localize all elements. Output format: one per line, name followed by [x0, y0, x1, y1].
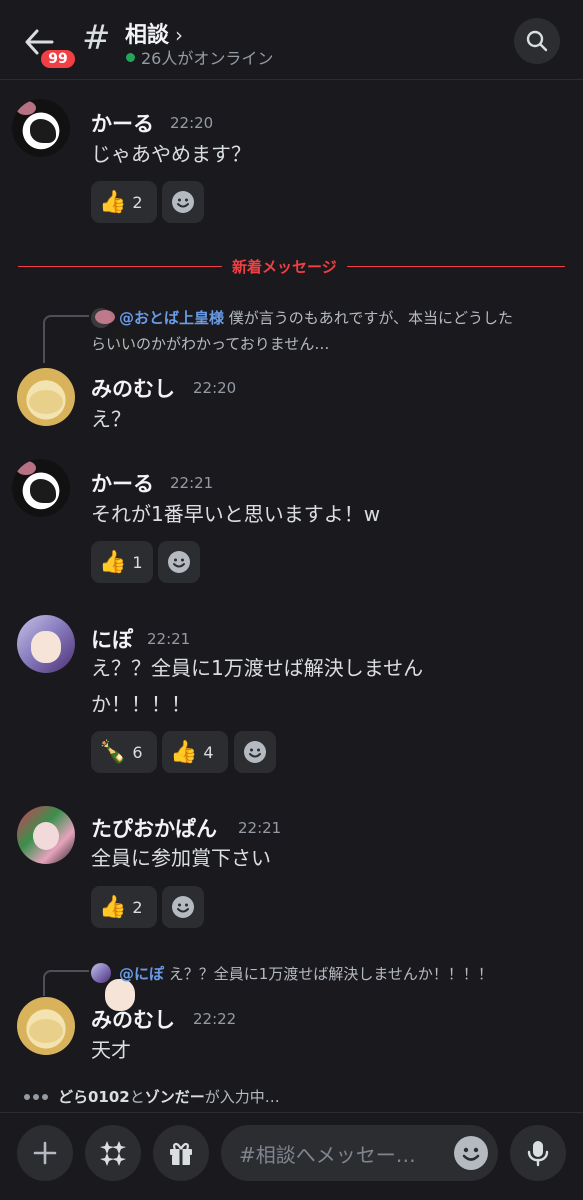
channel-header: 99 # 相談 › 26人がオンライン: [0, 0, 583, 80]
composer-bar: #相談へメッセー…: [0, 1112, 583, 1200]
avatar[interactable]: [12, 99, 70, 157]
online-count: 26人がオンライン: [141, 49, 274, 68]
timestamp: 22:21: [238, 819, 282, 837]
author-name[interactable]: たぴおかぱん: [91, 813, 217, 843]
typing-and: と: [129, 1088, 145, 1106]
unread-badge: 99: [38, 47, 78, 71]
typing-indicator: どら0102 と ゾンだー が入力中…: [24, 1086, 280, 1107]
voice-message-button[interactable]: [510, 1125, 566, 1181]
avatar[interactable]: [17, 615, 75, 673]
typing-dot-icon: [42, 1093, 48, 1100]
gift-button[interactable]: [153, 1125, 209, 1181]
chevron-right-icon: ›: [175, 23, 184, 47]
reaction-bottle[interactable]: 🍾 6: [91, 731, 157, 773]
sparkle-apps-icon: [100, 1141, 126, 1166]
smiley-icon: [462, 1147, 480, 1161]
reply-text: 僕が言うのもあれですが、本当にどうした: [224, 309, 514, 327]
search-icon: [526, 30, 548, 52]
thumbs-up-icon: 👍: [170, 739, 198, 765]
smiley-icon: [168, 551, 190, 573]
search-button[interactable]: [514, 18, 560, 64]
channel-hash-icon: #: [82, 18, 111, 58]
plus-icon: [33, 1141, 57, 1165]
message-text: じゃあやめます？: [91, 142, 251, 166]
bottle-icon: 🍾: [99, 739, 127, 765]
reaction-count: 6: [132, 742, 143, 762]
message-text: 天才: [91, 1038, 131, 1062]
typing-dot-icon: [24, 1093, 30, 1100]
emoji-picker-button[interactable]: [454, 1136, 488, 1170]
avatar[interactable]: [17, 997, 75, 1055]
reply-connector: [43, 315, 89, 363]
reaction-count: 4: [203, 742, 214, 762]
thumbs-up-icon: 👍: [99, 894, 127, 920]
timestamp: 22:20: [170, 114, 214, 132]
add-reaction-button[interactable]: [162, 886, 204, 928]
avatar[interactable]: [17, 368, 75, 426]
reply-text: え？？全員に1万渡せば解決しませんか！！！！: [164, 965, 493, 983]
reply-preview[interactable]: @おとば上皇様 僕が言うのもあれですが、本当にどうした: [119, 305, 513, 331]
message-text: それが1番早いと思いますよ！w: [91, 502, 381, 526]
author-name[interactable]: みのむし: [91, 1004, 175, 1034]
add-reaction-button[interactable]: [158, 541, 200, 583]
new-messages-label: 新着メッセージ: [222, 256, 347, 277]
microphone-icon: [527, 1141, 549, 1167]
reply-preview[interactable]: @にぽ え？？全員に1万渡せば解決しませんか！！！！: [119, 961, 493, 987]
message-input[interactable]: #相談へメッセー…: [221, 1125, 498, 1181]
reply-mention[interactable]: @にぽ: [119, 965, 164, 983]
reply-connector: [43, 970, 89, 996]
timestamp: 22:22: [193, 1010, 237, 1028]
add-reaction-button[interactable]: [162, 181, 204, 223]
thumbs-up-icon: 👍: [99, 549, 127, 575]
message-text: え？: [91, 407, 131, 431]
smiley-icon: [244, 741, 266, 763]
online-dot-icon: [126, 52, 135, 62]
author-name[interactable]: かーる: [91, 108, 154, 138]
timestamp: 22:20: [193, 379, 237, 397]
author-name[interactable]: みのむし: [91, 373, 175, 403]
message-text-cont: か！！！！: [91, 692, 191, 716]
message-input-placeholder: #相談へメッセー…: [239, 1142, 416, 1167]
typing-dot-icon: [33, 1093, 39, 1100]
online-status: 26人がオンライン: [126, 45, 273, 69]
reaction-count: 2: [132, 897, 143, 917]
reply-avatar: [91, 963, 135, 1011]
author-name[interactable]: かーる: [91, 468, 154, 498]
smiley-icon: [172, 896, 194, 918]
reply-avatar: [91, 308, 135, 352]
reaction-thumbs-up[interactable]: 👍 1: [91, 541, 153, 583]
timestamp: 22:21: [147, 630, 191, 648]
apps-button[interactable]: [85, 1125, 141, 1181]
gift-icon: [170, 1143, 192, 1165]
message-text: え？？全員に1万渡せば解決しません: [91, 656, 424, 680]
reaction-thumbs-up[interactable]: 👍 2: [91, 886, 157, 928]
timestamp: 22:21: [170, 474, 214, 492]
reaction-count: 2: [132, 192, 143, 212]
typing-user: どら0102: [58, 1088, 130, 1106]
reply-mention[interactable]: @おとば上皇様: [119, 309, 224, 327]
reaction-count: 1: [132, 552, 143, 572]
typing-suffix: が入力中…: [204, 1088, 280, 1106]
add-attachment-button[interactable]: [17, 1125, 73, 1181]
avatar[interactable]: [17, 806, 75, 864]
thumbs-up-icon: 👍: [99, 189, 127, 215]
reaction-thumbs-up[interactable]: 👍 2: [91, 181, 157, 223]
add-reaction-button[interactable]: [234, 731, 276, 773]
reaction-thumbs-up[interactable]: 👍 4: [162, 731, 228, 773]
message-text: 全員に参加賞下さい: [91, 846, 271, 870]
reply-text-cont: らいいのかがわかっておりません…: [91, 335, 330, 353]
avatar[interactable]: [12, 459, 70, 517]
smiley-icon: [172, 191, 194, 213]
typing-user: ゾンだー: [144, 1088, 205, 1106]
